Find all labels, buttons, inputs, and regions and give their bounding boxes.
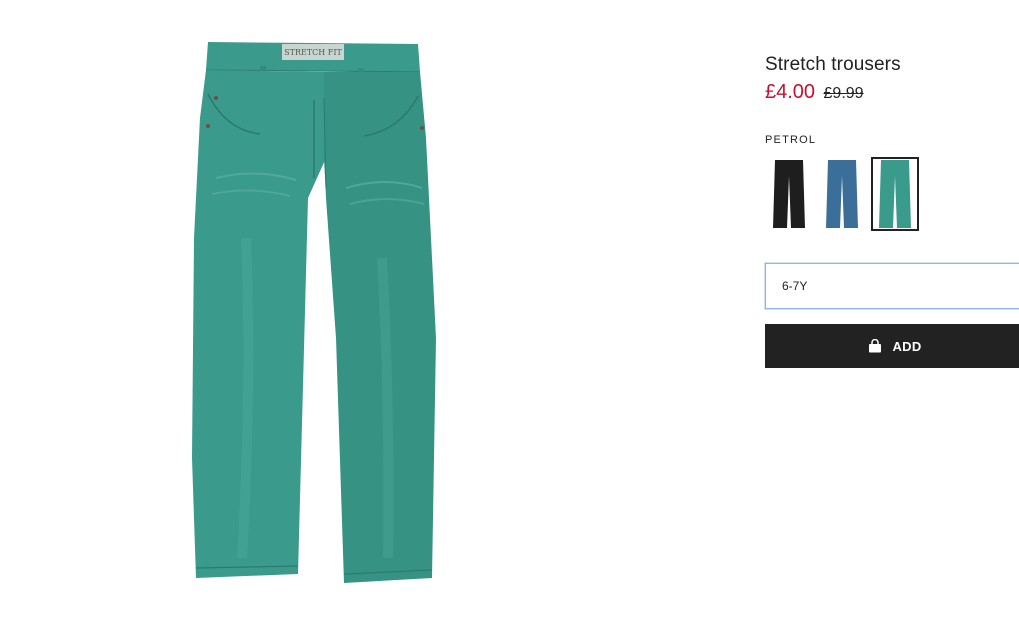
size-select[interactable]: 6-7Y — [765, 263, 1019, 309]
product-page: STRETCH FIT Stretch trousers £4.00 £9.99… — [0, 0, 1019, 619]
product-image: STRETCH FIT — [186, 38, 440, 588]
waistband-label: STRETCH FIT — [284, 48, 342, 57]
size-select-value: 6-7Y — [782, 279, 808, 293]
product-title: Stretch trousers — [765, 54, 901, 75]
color-swatch-blue[interactable] — [818, 157, 866, 231]
price-row: £4.00 £9.99 — [765, 79, 1019, 107]
shopping-bag-icon — [868, 338, 882, 353]
add-to-bag-button[interactable]: ADD — [765, 324, 1019, 368]
original-price: £9.99 — [823, 85, 864, 102]
product-info: Stretch trousers £4.00 £9.99 PETROL 6-7Y… — [765, 52, 1019, 368]
selected-color-name: PETROL — [765, 134, 817, 146]
sale-price: £4.00 — [765, 81, 816, 103]
color-swatches — [765, 157, 1019, 231]
color-swatch-petrol[interactable] — [871, 157, 919, 231]
add-button-label: ADD — [892, 338, 922, 354]
color-swatch-black[interactable] — [765, 157, 813, 231]
